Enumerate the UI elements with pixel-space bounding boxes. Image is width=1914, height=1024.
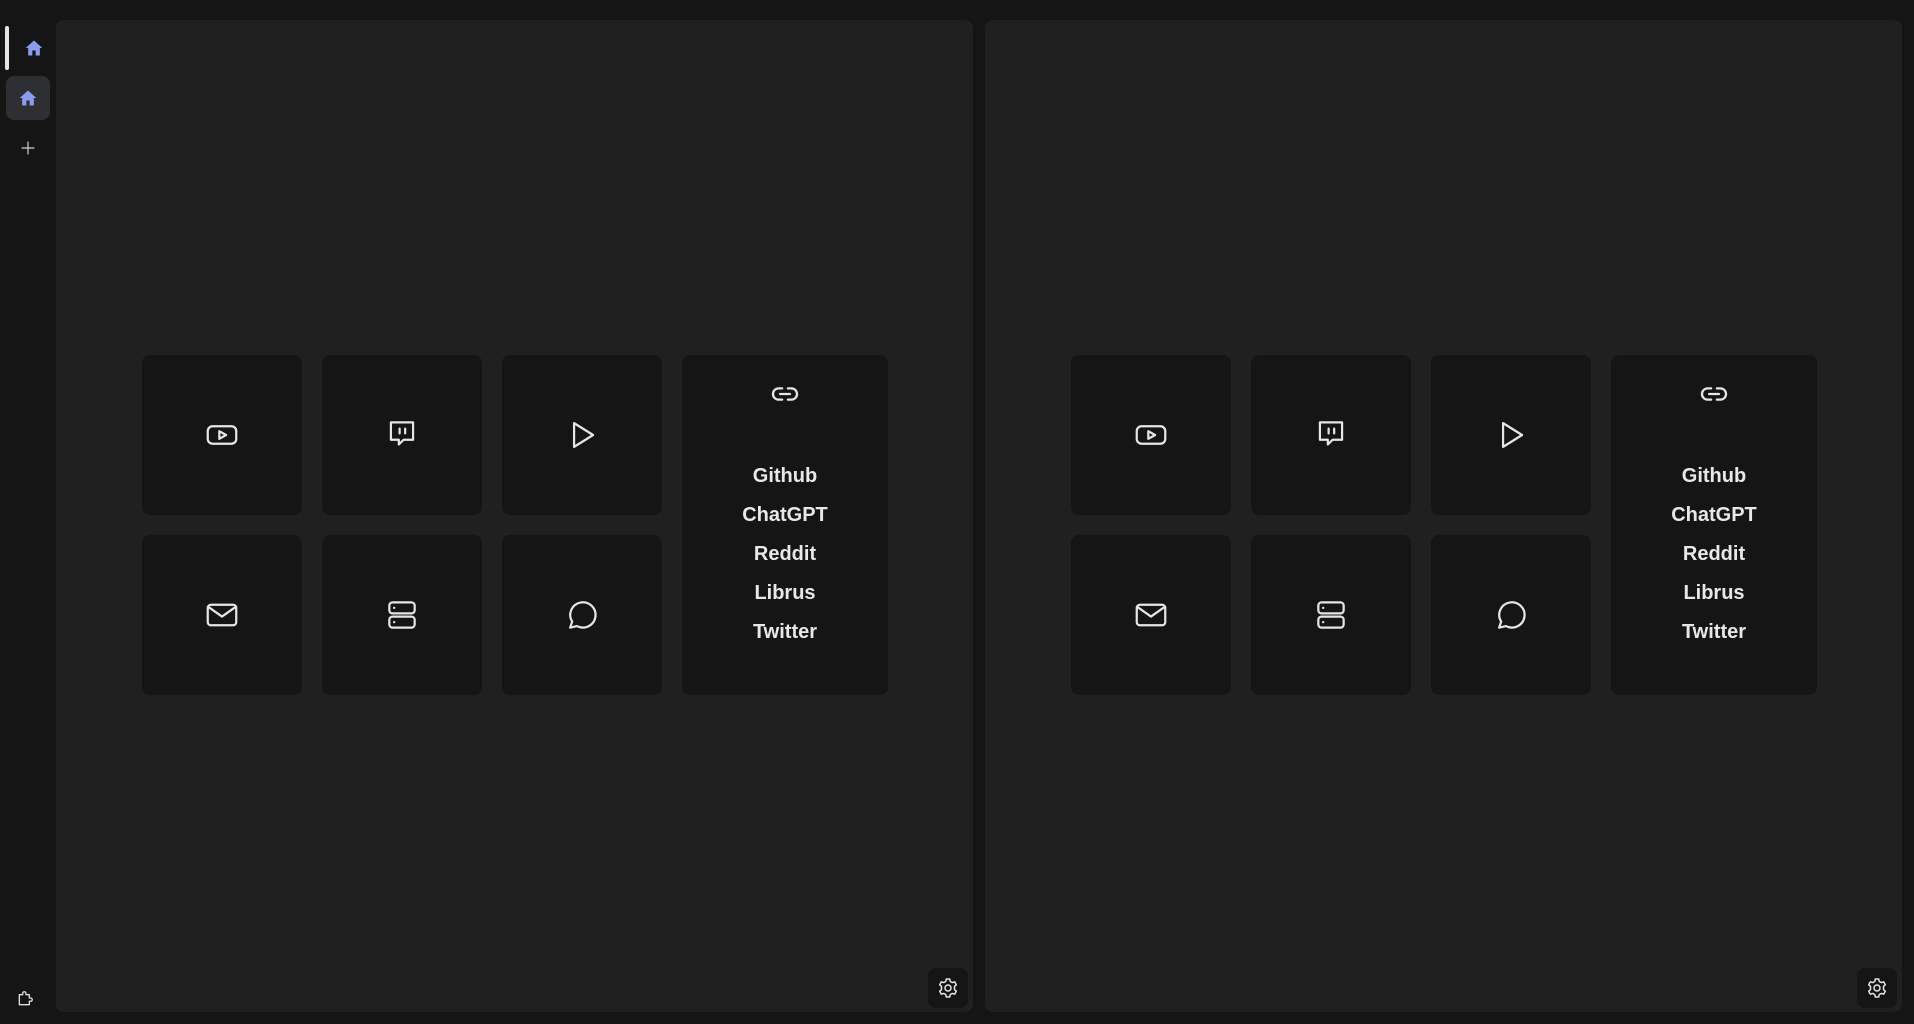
settings-button[interactable] xyxy=(1857,968,1897,1008)
mail-icon xyxy=(206,603,238,627)
gear-icon xyxy=(1867,978,1887,998)
links-tile: Github ChatGPT Reddit Librus Twitter xyxy=(1611,355,1817,695)
home-icon xyxy=(25,40,43,56)
link-librus[interactable]: Librus xyxy=(754,574,815,613)
sidebar xyxy=(0,0,56,1024)
link-reddit[interactable]: Reddit xyxy=(1683,535,1745,574)
links-list: Github ChatGPT Reddit Librus Twitter xyxy=(682,457,888,652)
dashboard-panel-right: Github ChatGPT Reddit Librus Twitter xyxy=(985,20,1902,1012)
youtube-icon xyxy=(206,425,238,445)
chat-bubble-icon xyxy=(569,601,597,629)
twitch-icon xyxy=(1318,421,1344,446)
sidebar-item-home[interactable] xyxy=(12,26,56,70)
puzzle-icon xyxy=(18,991,33,1006)
extensions-button[interactable] xyxy=(4,976,48,1020)
link-chatgpt[interactable]: ChatGPT xyxy=(1671,496,1757,535)
add-page-button[interactable] xyxy=(6,126,50,170)
youtube-tile[interactable] xyxy=(142,355,302,515)
dashboard-panel-left: Github ChatGPT Reddit Librus Twitter xyxy=(56,20,973,1012)
play-tile[interactable] xyxy=(502,355,662,515)
play-tile[interactable] xyxy=(1431,355,1591,515)
link-icon xyxy=(771,387,799,401)
play-icon xyxy=(1501,422,1524,448)
active-indicator xyxy=(5,26,9,70)
twitch-tile[interactable] xyxy=(322,355,482,515)
mail-icon xyxy=(1135,603,1167,627)
link-reddit[interactable]: Reddit xyxy=(754,535,816,574)
youtube-tile[interactable] xyxy=(1071,355,1231,515)
link-twitter[interactable]: Twitter xyxy=(753,613,817,652)
home-icon xyxy=(19,90,37,106)
link-icon xyxy=(1700,387,1728,401)
sidebar-item-home-selected[interactable] xyxy=(6,76,50,120)
links-tile: Github ChatGPT Reddit Librus Twitter xyxy=(682,355,888,695)
link-github[interactable]: Github xyxy=(1682,457,1746,496)
play-icon xyxy=(572,422,595,448)
server-tile[interactable] xyxy=(1251,535,1411,695)
link-librus[interactable]: Librus xyxy=(1683,574,1744,613)
server-icon xyxy=(1317,601,1345,629)
twitch-icon xyxy=(389,421,415,446)
chat-tile[interactable] xyxy=(1431,535,1591,695)
plus-icon xyxy=(21,141,35,155)
twitch-tile[interactable] xyxy=(1251,355,1411,515)
link-chatgpt[interactable]: ChatGPT xyxy=(742,496,828,535)
server-tile[interactable] xyxy=(322,535,482,695)
gear-icon xyxy=(938,978,958,998)
settings-button[interactable] xyxy=(928,968,968,1008)
server-icon xyxy=(388,601,416,629)
links-list: Github ChatGPT Reddit Librus Twitter xyxy=(1611,457,1817,652)
youtube-icon xyxy=(1135,425,1167,445)
app-root: Github ChatGPT Reddit Librus Twitter Git… xyxy=(0,0,1914,1024)
mail-tile[interactable] xyxy=(142,535,302,695)
link-github[interactable]: Github xyxy=(753,457,817,496)
link-twitter[interactable]: Twitter xyxy=(1682,613,1746,652)
chat-tile[interactable] xyxy=(502,535,662,695)
chat-bubble-icon xyxy=(1498,601,1526,629)
mail-tile[interactable] xyxy=(1071,535,1231,695)
